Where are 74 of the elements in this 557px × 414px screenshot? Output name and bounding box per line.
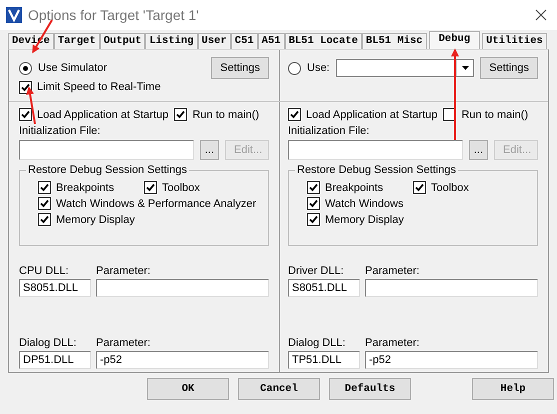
checkbox-label: Toolbox (162, 182, 200, 194)
field-label: Parameter: (365, 265, 420, 277)
checkbox-label: Memory Display (56, 214, 135, 226)
field-label: Parameter: (365, 337, 420, 349)
checkbox-label: Run to main() (192, 108, 260, 120)
input-field[interactable] (288, 140, 463, 160)
checkbox[interactable] (38, 181, 51, 194)
checkbox[interactable] (19, 108, 32, 121)
checkbox[interactable] (144, 181, 157, 194)
field-label: Dialog DLL: (19, 337, 78, 349)
dialog-button[interactable]: Cancel (238, 378, 320, 400)
input-field[interactable] (96, 279, 269, 297)
checkbox-label: Memory Display (325, 214, 404, 226)
checkbox[interactable] (38, 213, 51, 226)
window-title: Options for Target 'Target 1' (28, 7, 200, 23)
input-field[interactable]: -p52 (96, 351, 269, 369)
dropdown[interactable] (336, 59, 474, 77)
input-field[interactable]: DP51.DLL (19, 351, 91, 369)
checkbox[interactable] (38, 197, 51, 210)
tab[interactable]: User (198, 33, 231, 49)
checkbox[interactable] (307, 197, 320, 210)
field-label: Initialization File: (19, 125, 102, 137)
browse-button[interactable]: ... (200, 140, 219, 160)
checkbox[interactable] (288, 108, 301, 121)
checkbox[interactable] (307, 213, 320, 226)
checkbox-label: Load Application at Startup (37, 108, 168, 120)
input-field[interactable] (365, 279, 538, 297)
input-field[interactable]: TP51.DLL (288, 351, 360, 369)
browse-button[interactable]: ... (468, 140, 488, 160)
field-label: Parameter: (96, 337, 152, 349)
input-field[interactable] (19, 140, 194, 160)
settings-button[interactable]: Settings (211, 57, 269, 79)
checkbox-label: Breakpoints (56, 182, 114, 194)
checkbox[interactable] (413, 181, 426, 194)
checkbox-label: Watch Windows & Performance Analyzer (56, 198, 256, 210)
tab[interactable]: Debug (428, 31, 480, 49)
tab[interactable]: BL51 Locate (284, 33, 362, 49)
tab[interactable]: Target (54, 33, 100, 49)
radio-label: Use: (307, 62, 330, 74)
radio-button[interactable] (288, 62, 301, 74)
group-title: Restore Debug Session Settings (26, 164, 189, 176)
field-label: Dialog DLL: (288, 337, 346, 349)
tab[interactable]: C51 (230, 33, 258, 49)
field-label: CPU DLL: (19, 265, 70, 277)
tab[interactable]: Listing (145, 33, 198, 49)
settings-button[interactable]: Settings (480, 57, 538, 79)
dialog-button[interactable]: Help (472, 378, 554, 400)
group-title: Restore Debug Session Settings (295, 164, 458, 176)
input-field[interactable]: S8051.DLL (19, 279, 91, 297)
input-field[interactable]: -p52 (365, 351, 538, 369)
checkbox-label: Watch Windows (325, 198, 404, 210)
input-field[interactable]: S8051.DLL (288, 279, 360, 297)
dropdown-arrow-icon (462, 66, 469, 70)
checkbox[interactable] (174, 108, 188, 121)
checkbox-label: Load Application at Startup (306, 108, 438, 120)
checkbox-label: Run to main() (461, 108, 528, 120)
checkbox-label: Breakpoints (325, 182, 384, 194)
dialog-button[interactable]: Defaults (329, 378, 411, 400)
app-icon (6, 7, 22, 23)
tab[interactable]: BL51 Misc (362, 33, 427, 49)
field-label: Parameter: (96, 265, 152, 277)
checkbox[interactable] (307, 181, 320, 194)
field-label: Driver DLL: (288, 265, 345, 277)
dialog-button[interactable]: OK (147, 378, 229, 400)
radio-label: Use Simulator (38, 62, 108, 74)
checkbox-label: Limit Speed to Real-Time (37, 81, 161, 93)
annotation-arrow (26, 86, 36, 124)
radio-button[interactable] (19, 62, 32, 74)
close-icon[interactable] (535, 9, 547, 21)
tab[interactable]: Utilities (482, 33, 547, 49)
checkbox-label: Toolbox (431, 182, 469, 194)
tab[interactable]: A51 (258, 33, 285, 49)
tab[interactable]: Output (100, 33, 146, 49)
field-label: Initialization File: (288, 125, 370, 137)
